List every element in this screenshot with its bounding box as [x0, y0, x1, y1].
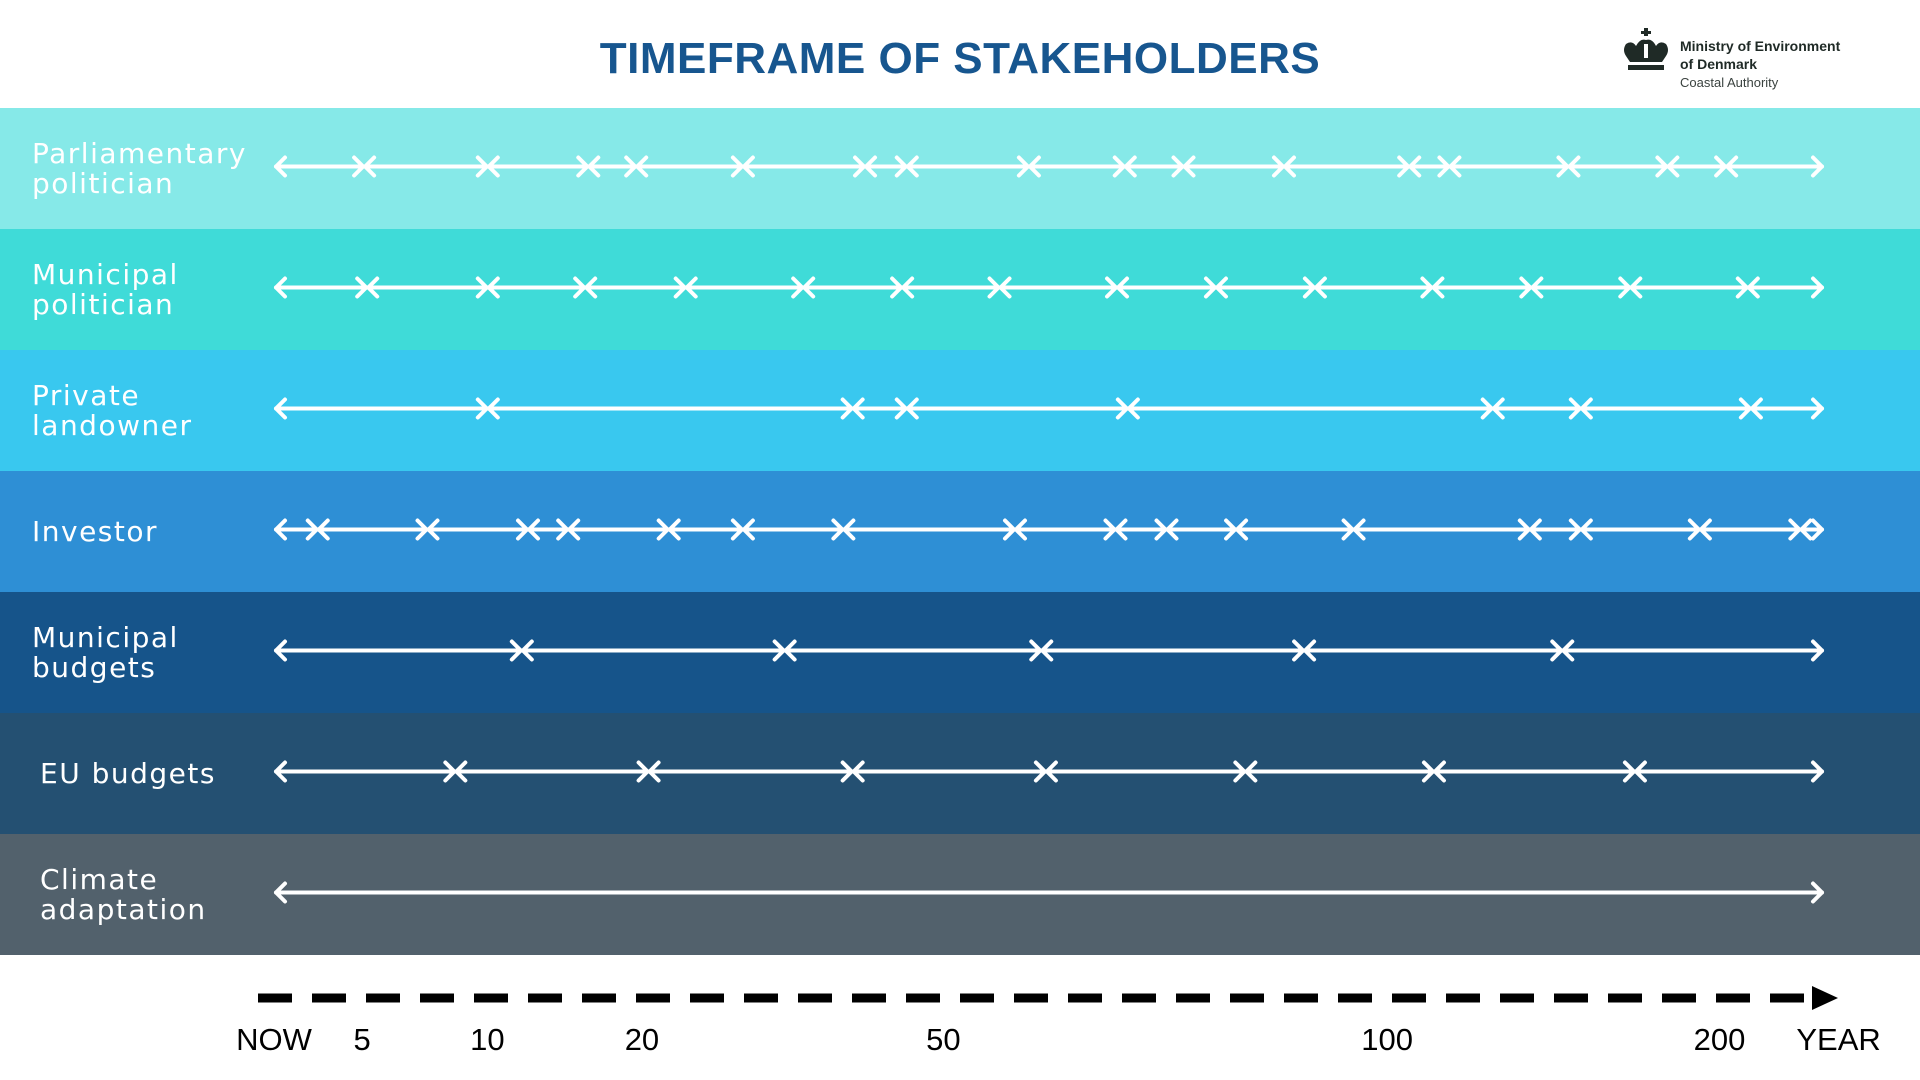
timeline — [274, 881, 1824, 904]
crown-icon — [1624, 28, 1668, 70]
logo-line-1: Ministry of Environment — [1680, 38, 1841, 54]
ministry-logo: Ministry of Environment of Denmark Coast… — [1616, 24, 1876, 96]
timeline — [274, 639, 1824, 662]
time-axis: NOW 5 10 20 50 100 200 YEAR — [0, 980, 1920, 1080]
stakeholder-row: Municipal budgets — [0, 592, 1920, 713]
axis-tick-label: 10 — [470, 1022, 505, 1057]
axis-tick-label: 50 — [926, 1022, 961, 1057]
stakeholder-rows: Parliamentary politician Municipal politi… — [0, 108, 1920, 955]
timeline — [274, 155, 1824, 178]
axis-tick-label: 5 — [353, 1022, 371, 1057]
stakeholder-row: Private landowner — [0, 350, 1920, 471]
timeline — [274, 397, 1824, 420]
axis-arrowhead-icon — [1812, 986, 1838, 1010]
logo-line-2: of Denmark — [1680, 56, 1758, 72]
stakeholder-row: Investor — [0, 471, 1920, 592]
timeline — [274, 276, 1824, 299]
timeline — [274, 760, 1824, 783]
stakeholder-row: Climate adaptation — [0, 834, 1920, 955]
axis-tick-label: 100 — [1361, 1022, 1413, 1057]
axis-tick-label: 200 — [1693, 1022, 1746, 1057]
stakeholder-row: EU budgets — [0, 713, 1920, 834]
axis-tick-label: NOW — [236, 1022, 312, 1057]
stakeholder-row: Municipal politician — [0, 229, 1920, 350]
axis-tick-label: 20 — [624, 1022, 660, 1057]
timeline — [274, 518, 1824, 541]
logo-line-3: Coastal Authority — [1680, 75, 1779, 90]
axis-tick-label: YEAR — [1796, 1022, 1881, 1057]
stakeholder-row: Parliamentary politician — [0, 108, 1920, 229]
axis-arrow — [258, 986, 1838, 1010]
